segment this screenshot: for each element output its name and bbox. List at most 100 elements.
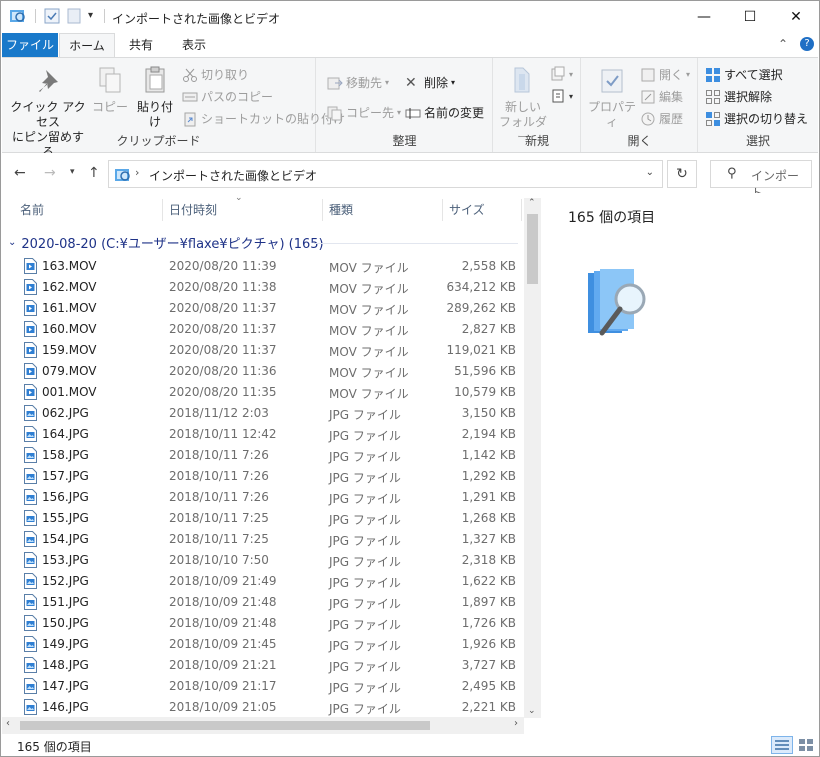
column-header-type[interactable]: 種類	[329, 201, 353, 225]
file-row[interactable]: 154.JPG 2018/10/11 7:25 JPG ファイル 1,327 KB	[2, 529, 522, 550]
column-header-name[interactable]: 名前	[20, 201, 44, 225]
file-row[interactable]: 146.JPG 2018/10/09 21:05 JPG ファイル 2,221 KB	[2, 697, 522, 718]
collapse-ribbon-icon[interactable]: ⌃	[778, 37, 788, 51]
explorer-window: ▾ インポートされた画像とビデオ — ☐ ✕ ファイル ホーム 共有 表示 ⌃ …	[0, 0, 820, 757]
vertical-scrollbar[interactable]: ⌃ ⌄	[524, 198, 541, 718]
new-folder-quick-icon[interactable]	[66, 8, 82, 24]
copy-to-button[interactable]: コピー先 ▾	[327, 104, 401, 121]
file-row[interactable]: 163.MOV 2020/08/20 11:39 MOV ファイル 2,558 KB	[2, 256, 522, 277]
scroll-up-arrow-icon[interactable]: ⌃	[528, 198, 536, 208]
group-collapse-chevron-icon[interactable]: ⌄	[8, 237, 16, 248]
file-row[interactable]: 159.MOV 2020/08/20 11:37 MOV ファイル 119,021 K…	[2, 340, 522, 361]
file-row[interactable]: 079.MOV 2020/08/20 11:36 MOV ファイル 51,596 KB	[2, 361, 522, 382]
tab-view[interactable]: 表示	[169, 33, 219, 57]
cut-label: 切り取り	[201, 68, 250, 82]
explorer-app-icon[interactable]	[9, 7, 27, 25]
file-row[interactable]: 164.JPG 2018/10/11 12:42 JPG ファイル 2,194 KB	[2, 424, 522, 445]
address-path[interactable]: インポートされた画像とビデオ	[149, 167, 317, 184]
open-group: プロパティ 開く ▾ 編集 履歴 開く	[582, 58, 698, 152]
file-type: MOV ファイル	[329, 324, 409, 338]
organize-group: 移動先 ▾ コピー先 ▾ ✕ 削除 ▾ 名前の変更 整理	[317, 58, 493, 152]
scroll-right-arrow-icon[interactable]: ›	[514, 718, 518, 729]
move-to-label: 移動先	[346, 76, 383, 90]
select-none-button[interactable]: 選択解除	[705, 88, 772, 105]
address-dropdown-chevron-icon[interactable]: ⌄	[646, 167, 654, 178]
close-button[interactable]: ✕	[773, 1, 819, 33]
scroll-down-arrow-icon[interactable]: ⌄	[528, 706, 536, 716]
file-size: 1,291 KB	[461, 490, 516, 504]
back-arrow-icon[interactable]: ←	[14, 165, 26, 181]
horizontal-scroll-thumb[interactable]	[20, 721, 430, 730]
breadcrumb-chevron-icon[interactable]: ›	[135, 166, 139, 179]
edit-button[interactable]: 編集	[640, 88, 683, 105]
copy-icon	[94, 64, 126, 96]
file-type: JPG ファイル	[329, 492, 401, 506]
file-row[interactable]: 162.MOV 2020/08/20 11:38 MOV ファイル 634,212 K…	[2, 277, 522, 298]
delete-button[interactable]: ✕ 削除 ▾	[405, 74, 455, 91]
paste-button[interactable]: 貼り付け	[132, 64, 178, 130]
column-header-size[interactable]: サイズ	[449, 201, 485, 225]
column-separator[interactable]	[322, 199, 323, 221]
file-type: JPG ファイル	[329, 513, 401, 527]
file-row[interactable]: 001.MOV 2020/08/20 11:35 MOV ファイル 10,579 KB	[2, 382, 522, 403]
horizontal-scrollbar[interactable]: ‹ ›	[2, 717, 524, 734]
file-row[interactable]: 150.JPG 2018/10/09 21:48 JPG ファイル 1,726 KB	[2, 613, 522, 634]
file-row[interactable]: 161.MOV 2020/08/20 11:37 MOV ファイル 289,262 K…	[2, 298, 522, 319]
column-separator[interactable]	[442, 199, 443, 221]
select-all-button[interactable]: すべて選択	[705, 66, 783, 83]
search-box[interactable]: ⚲ インポート...	[710, 160, 812, 200]
rename-button[interactable]: 名前の変更	[405, 104, 484, 121]
new-item-button[interactable]: ▾	[550, 66, 573, 82]
file-row[interactable]: 149.JPG 2018/10/09 21:45 JPG ファイル 1,926 KB	[2, 634, 522, 655]
chevron-down-icon: ▾	[397, 108, 402, 117]
open-button[interactable]: 開く ▾	[640, 66, 690, 83]
easy-access-button[interactable]: ▾	[550, 88, 573, 104]
recent-locations-chevron-icon[interactable]: ▾	[70, 167, 75, 177]
vertical-scroll-thumb[interactable]	[527, 214, 538, 284]
file-row[interactable]: 156.JPG 2018/10/11 7:26 JPG ファイル 1,291 KB	[2, 487, 522, 508]
open-group-label: 開く	[627, 134, 652, 148]
move-to-button[interactable]: 移動先 ▾	[327, 74, 389, 91]
properties-quick-icon[interactable]	[44, 8, 60, 24]
minimize-button[interactable]: —	[681, 1, 727, 33]
history-button[interactable]: 履歴	[640, 110, 683, 127]
file-row[interactable]: 158.JPG 2018/10/11 7:26 JPG ファイル 1,142 KB	[2, 445, 522, 466]
group-header[interactable]: ⌄ 2020-08-20 (C:¥ユーザー¥flaxe¥ピクチャ) (165)	[8, 233, 324, 252]
paste-icon	[139, 64, 171, 96]
forward-arrow-icon[interactable]: →	[44, 165, 56, 181]
invert-selection-button[interactable]: 選択の切り替え	[705, 110, 808, 127]
refresh-button[interactable]: ↻	[667, 160, 697, 188]
file-row[interactable]: 148.JPG 2018/10/09 21:21 JPG ファイル 3,727 KB	[2, 655, 522, 676]
customize-quick-access-icon[interactable]: ▾	[88, 8, 98, 24]
column-separator[interactable]	[521, 199, 522, 221]
up-arrow-icon[interactable]: ↑	[88, 165, 100, 181]
image-file-icon	[24, 531, 37, 547]
file-type: JPG ファイル	[329, 576, 401, 590]
column-separator[interactable]	[162, 199, 163, 221]
file-row[interactable]: 157.JPG 2018/10/11 7:26 JPG ファイル 1,292 KB	[2, 466, 522, 487]
tab-file[interactable]: ファイル	[2, 33, 58, 57]
file-row[interactable]: 062.JPG 2018/11/12 2:03 JPG ファイル 3,150 KB	[2, 403, 522, 424]
file-row[interactable]: 147.JPG 2018/10/09 21:17 JPG ファイル 2,495 KB	[2, 676, 522, 697]
chevron-down-icon: ▾	[569, 91, 574, 101]
properties-button[interactable]: プロパティ	[586, 64, 638, 130]
tab-home[interactable]: ホーム	[59, 33, 115, 58]
file-row[interactable]: 151.JPG 2018/10/09 21:48 JPG ファイル 1,897 KB	[2, 592, 522, 613]
help-icon[interactable]: ?	[800, 37, 814, 51]
large-icons-view-button[interactable]	[795, 736, 817, 754]
file-row[interactable]: 160.MOV 2020/08/20 11:37 MOV ファイル 2,827 KB	[2, 319, 522, 340]
cut-button[interactable]: 切り取り	[182, 66, 249, 83]
file-row[interactable]: 153.JPG 2018/10/10 7:50 JPG ファイル 2,318 KB	[2, 550, 522, 571]
file-date: 2020/08/20 11:37	[169, 322, 277, 336]
file-row[interactable]: 155.JPG 2018/10/11 7:25 JPG ファイル 1,268 KB	[2, 508, 522, 529]
tab-share[interactable]: 共有	[116, 33, 166, 57]
file-row[interactable]: 152.JPG 2018/10/09 21:49 JPG ファイル 1,622 KB	[2, 571, 522, 592]
column-header-date[interactable]: 日付時刻	[169, 201, 217, 225]
maximize-button[interactable]: ☐	[727, 1, 773, 33]
copy-path-button[interactable]: パスのコピー	[182, 88, 273, 105]
details-view-button[interactable]	[771, 736, 793, 754]
address-bar[interactable]: › インポートされた画像とビデオ ⌄	[108, 160, 663, 188]
copy-button[interactable]: コピー	[92, 64, 128, 115]
scroll-left-arrow-icon[interactable]: ‹	[6, 718, 10, 729]
window-title: インポートされた画像とビデオ	[112, 12, 281, 26]
